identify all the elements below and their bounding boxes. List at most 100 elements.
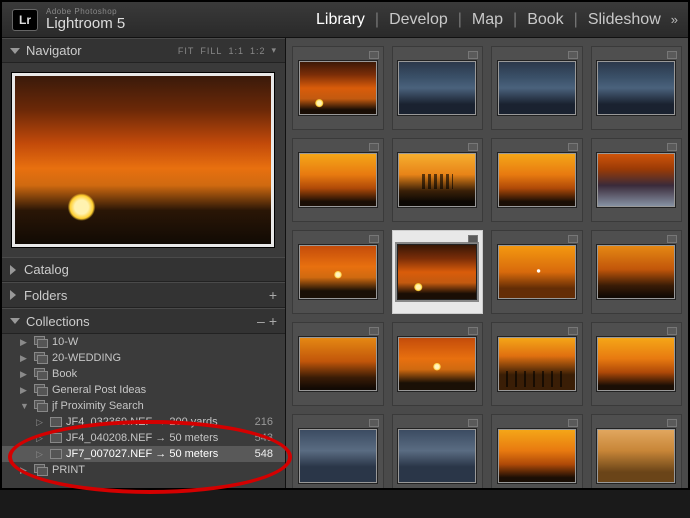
flag-icon[interactable] [667, 51, 677, 59]
folders-add-icon[interactable]: + [269, 287, 277, 303]
smart-collection-selected[interactable]: ▷JF7_007027.NEF → 50 meters548 [2, 446, 285, 462]
collection-set[interactable]: ▶Book [2, 366, 285, 382]
grid-cell-selected[interactable] [392, 230, 484, 314]
smart-collection[interactable]: ▷JF4_032369.NEF → 200 yards216 [2, 414, 285, 430]
grid-cell[interactable] [392, 322, 484, 406]
collections-tree: ▶10-W ▶20-WEDDING ▶Book ▶General Post Id… [2, 334, 285, 488]
thumbnail [497, 244, 577, 300]
folders-title: Folders [24, 288, 67, 303]
module-book[interactable]: Book [527, 11, 563, 29]
flag-icon[interactable] [568, 51, 578, 59]
grid-cell[interactable] [392, 138, 484, 222]
flag-icon[interactable] [369, 51, 379, 59]
flag-icon[interactable] [568, 327, 578, 335]
flag-icon[interactable] [468, 419, 478, 427]
navigator-title: Navigator [26, 43, 82, 58]
flag-icon[interactable] [468, 327, 478, 335]
flag-icon[interactable] [468, 51, 478, 59]
left-panel: Navigator FIT FILL 1:1 1:2 ▾ Catalog Fol… [2, 38, 286, 488]
flag-icon[interactable] [369, 235, 379, 243]
flag-icon[interactable] [667, 143, 677, 151]
logo-badge: Lr [12, 9, 38, 31]
collection-set[interactable]: ▶10-W [2, 334, 285, 350]
thumbnail [397, 152, 477, 208]
catalog-header[interactable]: Catalog [2, 257, 285, 282]
flag-icon[interactable] [667, 235, 677, 243]
flag-icon[interactable] [369, 143, 379, 151]
nav-fill[interactable]: FILL [200, 46, 222, 56]
nav-zoom[interactable]: 1:2 [250, 46, 266, 56]
module-map[interactable]: Map [472, 11, 503, 29]
flag-icon[interactable] [568, 419, 578, 427]
grid-cell[interactable] [591, 414, 683, 488]
grid-cell[interactable] [292, 230, 384, 314]
module-develop[interactable]: Develop [389, 11, 448, 29]
thumbnail [596, 152, 676, 208]
thumbnail [397, 336, 477, 392]
thumbnail [298, 244, 378, 300]
thumbnail [397, 244, 477, 300]
folders-header[interactable]: Folders + [2, 282, 285, 308]
navigator-header[interactable]: Navigator FIT FILL 1:1 1:2 ▾ [2, 38, 285, 63]
grid-cell[interactable] [591, 46, 683, 130]
grid-cell[interactable] [392, 414, 484, 488]
thumbnail [298, 152, 378, 208]
nav-1to1[interactable]: 1:1 [228, 46, 244, 56]
thumbnail [298, 428, 378, 484]
flag-icon[interactable] [667, 419, 677, 427]
grid-cell[interactable] [491, 322, 583, 406]
grid-cell[interactable] [591, 322, 683, 406]
thumbnail [298, 336, 378, 392]
collections-title: Collections [26, 314, 90, 329]
thumbnail [397, 428, 477, 484]
collection-set[interactable]: ▶20-WEDDING [2, 350, 285, 366]
flag-icon[interactable] [369, 419, 379, 427]
grid-view[interactable] [286, 38, 688, 488]
catalog-title: Catalog [24, 262, 69, 277]
thumbnail [596, 244, 676, 300]
collections-header[interactable]: Collections –+ [2, 308, 285, 334]
collections-minus-icon[interactable]: – [257, 313, 265, 329]
collection-set[interactable]: ▶General Post Ideas [2, 382, 285, 398]
smart-collection[interactable]: ▷JF4_040208.NEF → 50 meters543 [2, 430, 285, 446]
brand-name: Lightroom 5 [46, 16, 125, 31]
navigator-preview[interactable] [2, 63, 285, 257]
preview-image [12, 73, 274, 247]
module-more-icon[interactable]: » [671, 12, 678, 27]
thumbnail [497, 60, 577, 116]
grid-cell[interactable] [392, 46, 484, 130]
nav-zoom-dropdown-icon[interactable]: ▾ [271, 45, 277, 56]
grid-cell[interactable] [491, 46, 583, 130]
grid-cell[interactable] [491, 230, 583, 314]
grid-cell[interactable] [292, 322, 384, 406]
module-picker: Library | Develop | Map | Book | Slidesh… [316, 11, 678, 29]
grid-cell[interactable] [491, 414, 583, 488]
thumbnail [298, 60, 378, 116]
grid-cell[interactable] [591, 138, 683, 222]
brand: Lr Adobe Photoshop Lightroom 5 [12, 8, 125, 31]
collection-set[interactable]: ▼jf Proximity Search [2, 398, 285, 414]
top-bar: Lr Adobe Photoshop Lightroom 5 Library |… [2, 2, 688, 38]
module-library[interactable]: Library [316, 11, 365, 29]
flag-icon[interactable] [468, 235, 478, 243]
collection-set[interactable]: ▶PRINT [2, 462, 285, 478]
flag-icon[interactable] [568, 143, 578, 151]
grid-cell[interactable] [292, 414, 384, 488]
thumbnail [497, 428, 577, 484]
thumbnail [596, 60, 676, 116]
flag-icon[interactable] [369, 327, 379, 335]
module-slideshow[interactable]: Slideshow [588, 11, 661, 29]
flag-icon[interactable] [568, 235, 578, 243]
thumbnail [596, 336, 676, 392]
flag-icon[interactable] [667, 327, 677, 335]
collections-add-icon[interactable]: + [269, 313, 277, 329]
nav-fit[interactable]: FIT [178, 46, 195, 56]
thumbnail [497, 152, 577, 208]
grid-cell[interactable] [292, 46, 384, 130]
thumbnail [397, 60, 477, 116]
thumbnail [497, 336, 577, 392]
grid-cell[interactable] [591, 230, 683, 314]
grid-cell[interactable] [292, 138, 384, 222]
flag-icon[interactable] [468, 143, 478, 151]
grid-cell[interactable] [491, 138, 583, 222]
